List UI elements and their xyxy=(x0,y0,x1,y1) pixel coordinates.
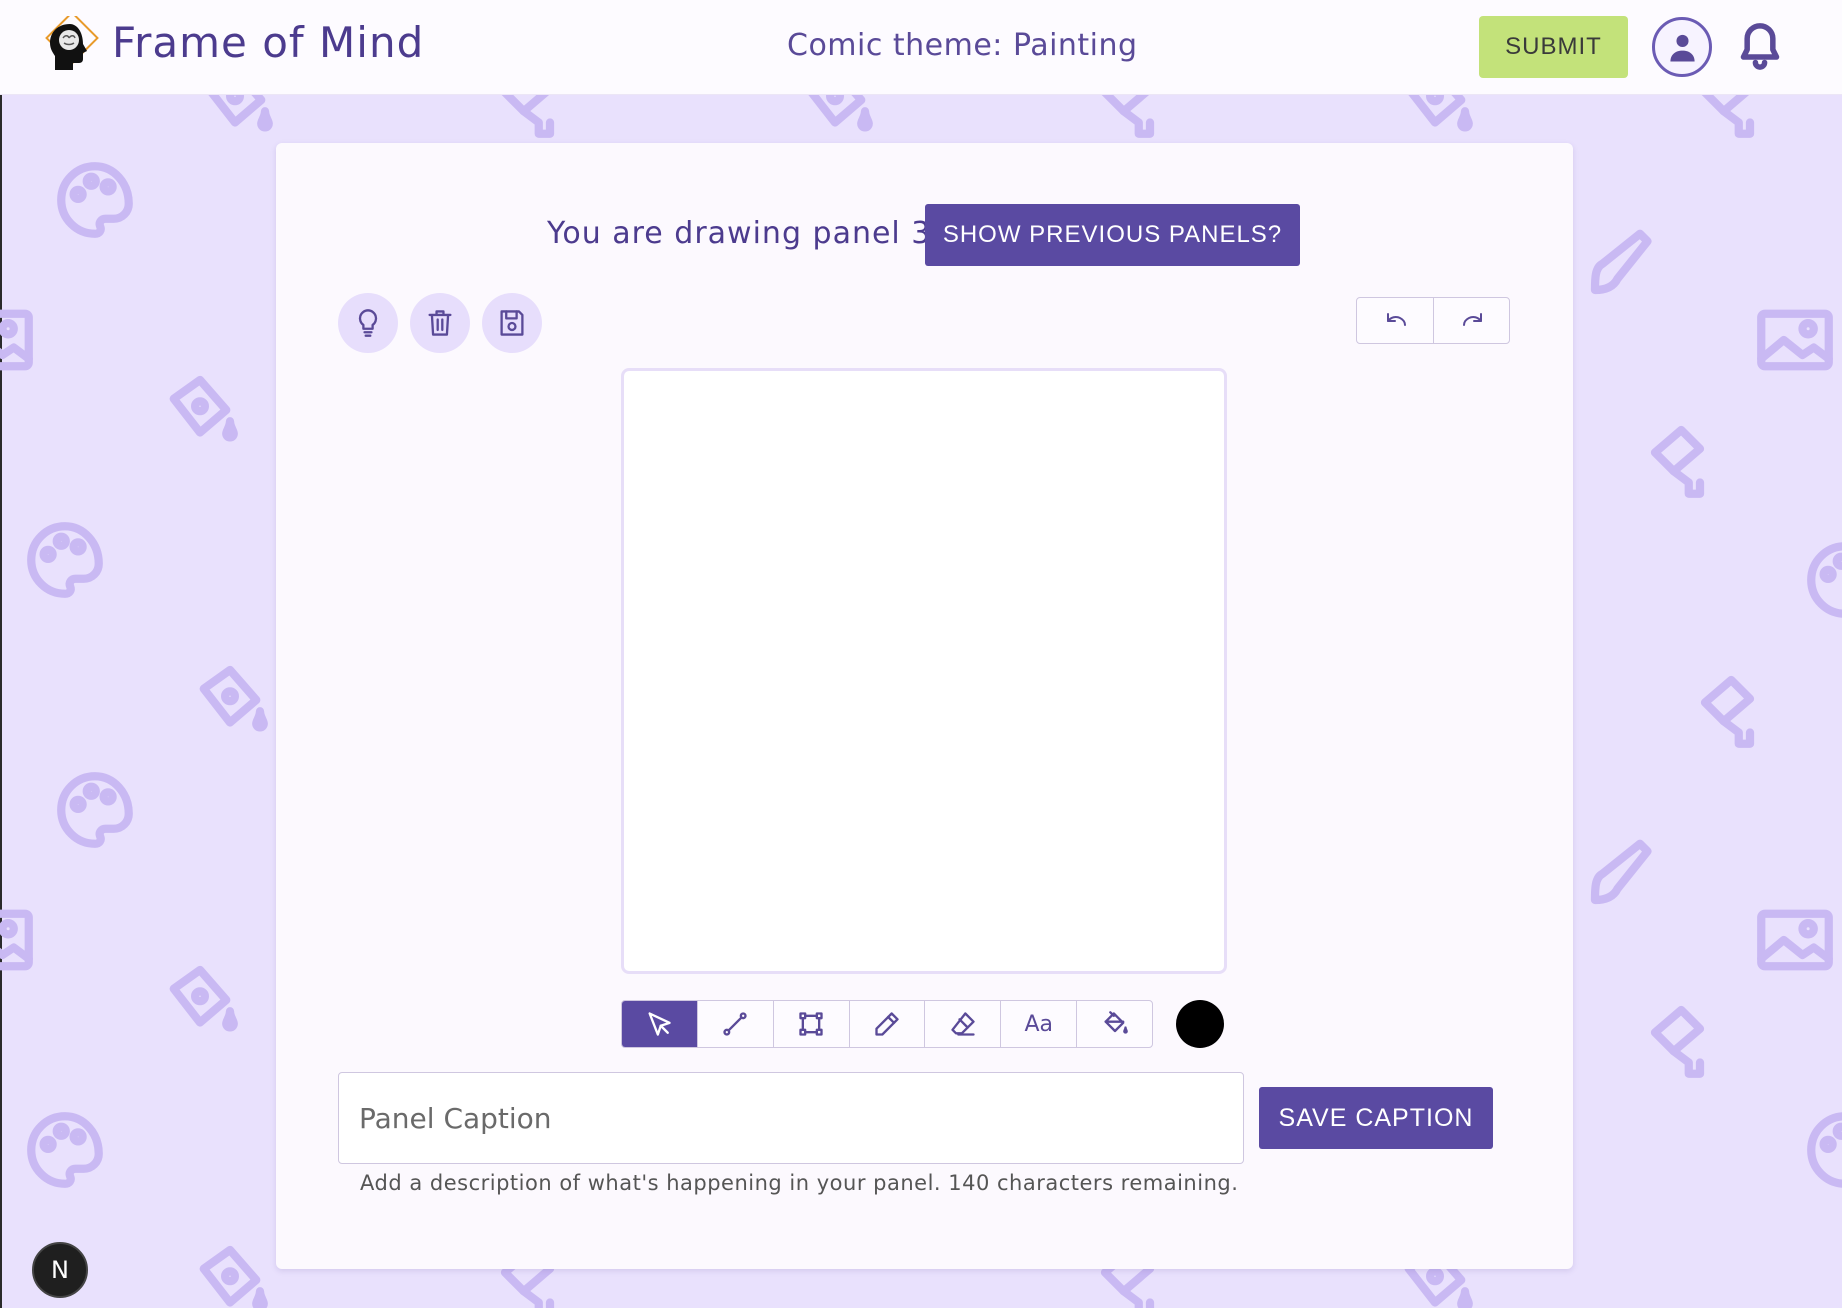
line-tool-button[interactable] xyxy=(696,1001,773,1047)
notifications-button[interactable] xyxy=(1738,22,1782,70)
eraser-icon xyxy=(951,1012,975,1036)
cursor-icon xyxy=(648,1012,672,1036)
text-tool-button[interactable]: Aa xyxy=(1000,1001,1076,1047)
eraser-tool-button[interactable] xyxy=(924,1001,1000,1047)
paint-roller-icon xyxy=(1640,995,1730,1085)
palette-icon xyxy=(1800,535,1842,625)
save-disk-icon xyxy=(500,310,524,336)
brush-icon xyxy=(1580,825,1670,915)
undo-icon xyxy=(1387,313,1406,326)
save-caption-button[interactable]: SAVE CAPTION xyxy=(1259,1087,1493,1149)
bell-icon xyxy=(1740,23,1780,70)
paint-bucket-icon xyxy=(155,955,245,1045)
paint-bucket-icon xyxy=(155,365,245,455)
drawing-card: You are drawing panel 3 SHOW PREVIOUS PA… xyxy=(276,143,1573,1269)
paint-roller-icon xyxy=(1690,95,1780,145)
paint-roller-icon xyxy=(1690,665,1780,755)
lightbulb-icon xyxy=(358,309,378,337)
fill-tool-button[interactable] xyxy=(1076,1001,1152,1047)
clear-canvas-button[interactable] xyxy=(410,293,470,353)
user-icon xyxy=(1670,34,1695,62)
palette-icon xyxy=(1800,1105,1842,1195)
save-drawing-button[interactable] xyxy=(482,293,542,353)
palette-icon xyxy=(50,765,140,855)
image-icon xyxy=(1750,295,1840,385)
redo-icon xyxy=(1462,313,1482,326)
drawing-canvas[interactable] xyxy=(621,368,1227,974)
line-icon xyxy=(723,1012,747,1036)
user-avatar-button[interactable] xyxy=(1652,17,1712,77)
paint-roller-icon xyxy=(1640,415,1730,505)
drawing-panel-label: You are drawing panel 3 xyxy=(547,216,932,251)
caption-helper-text: Add a description of what's happening in… xyxy=(360,1171,1239,1195)
paint-bucket-icon xyxy=(190,95,280,145)
shape-icon xyxy=(799,1012,823,1036)
paint-roller-icon xyxy=(490,95,580,145)
brain-head-logo-icon[interactable] xyxy=(40,11,100,78)
comic-theme-label: Comic theme: Painting xyxy=(787,28,1138,63)
pencil-icon xyxy=(875,1012,899,1036)
color-picker-swatch[interactable] xyxy=(1176,1000,1224,1048)
panel-header-row: You are drawing panel 3 SHOW PREVIOUS PA… xyxy=(276,204,1573,266)
image-icon xyxy=(0,895,40,985)
top-header: Frame of Mind Comic theme: Painting SUBM… xyxy=(0,0,1842,95)
idea-button[interactable] xyxy=(338,293,398,353)
paint-bucket-icon xyxy=(185,1235,275,1308)
drawing-toolbar: Aa xyxy=(621,1000,1153,1048)
app-title[interactable]: Frame of Mind xyxy=(112,18,424,67)
paint-bucket-icon xyxy=(1390,95,1480,145)
select-tool-button[interactable] xyxy=(622,1001,697,1047)
trash-icon xyxy=(428,310,452,336)
dev-tools-badge[interactable]: N xyxy=(32,1242,88,1298)
panel-caption-input[interactable] xyxy=(338,1072,1244,1164)
palette-icon xyxy=(20,1105,110,1195)
palette-icon xyxy=(20,515,110,605)
history-controls xyxy=(1356,297,1510,344)
undo-button[interactable] xyxy=(1357,298,1433,343)
shape-tool-button[interactable] xyxy=(772,1001,849,1047)
brush-icon xyxy=(1580,215,1670,305)
show-previous-panels-button[interactable]: SHOW PREVIOUS PANELS? xyxy=(925,204,1300,266)
palette-icon xyxy=(50,155,140,245)
paint-roller-icon xyxy=(1090,95,1180,145)
submit-button[interactable]: SUBMIT xyxy=(1479,16,1628,78)
paint-bucket-icon xyxy=(185,655,275,745)
text-tool-glyph: Aa xyxy=(1024,1011,1053,1037)
pencil-tool-button[interactable] xyxy=(848,1001,925,1047)
paint-bucket-icon xyxy=(790,95,880,145)
paint-bucket-icon xyxy=(1104,1011,1128,1034)
image-icon xyxy=(1750,895,1840,985)
redo-button[interactable] xyxy=(1432,298,1510,343)
image-icon xyxy=(0,295,40,385)
